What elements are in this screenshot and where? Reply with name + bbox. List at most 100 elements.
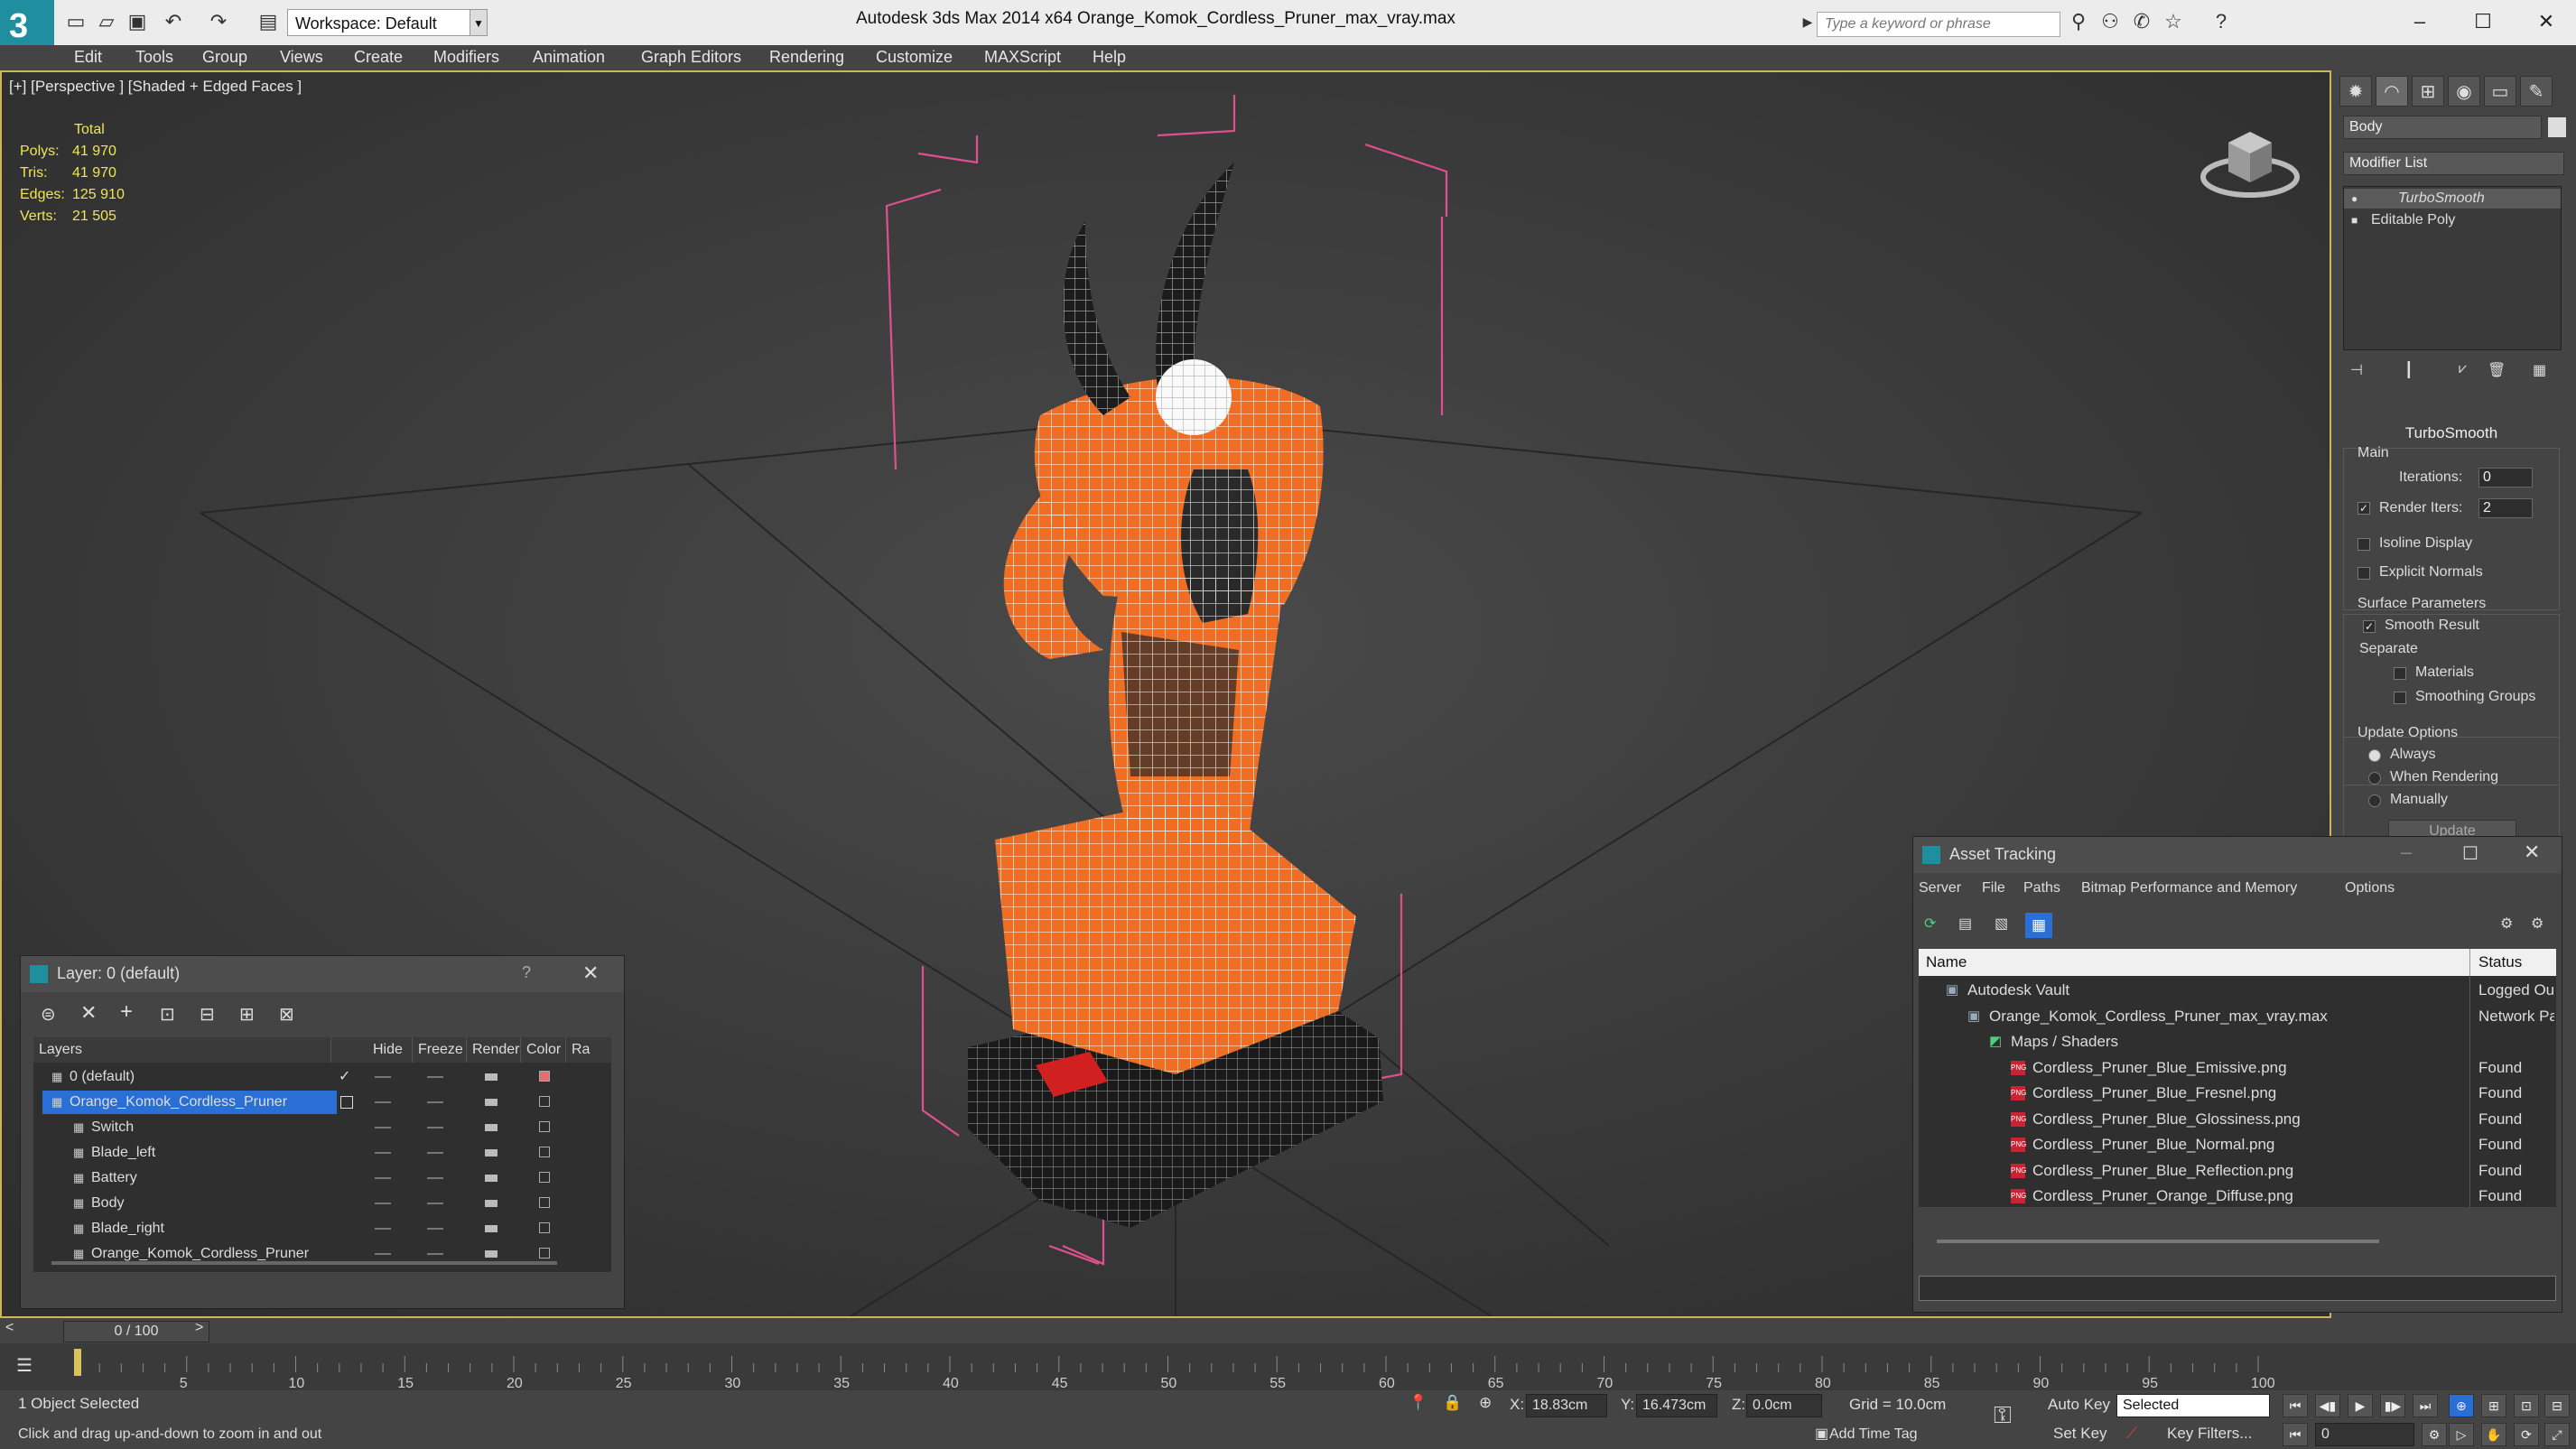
freeze-toggle[interactable]: [427, 1203, 443, 1204]
maximize-icon[interactable]: ☐: [2465, 5, 2501, 38]
search-input[interactable]: Type a keyword or phrase: [1817, 12, 2060, 37]
hide-toggle[interactable]: [375, 1177, 391, 1179]
layer-row[interactable]: ▦ Body: [33, 1191, 611, 1216]
make-unique-icon[interactable]: ⩗: [2459, 361, 2467, 377]
render-toggle-icon[interactable]: [485, 1124, 498, 1131]
asset-col-name[interactable]: Name: [1926, 953, 1967, 971]
slider-left-arrow-icon[interactable]: <: [5, 1320, 14, 1336]
mini-curve-editor-icon[interactable]: ☰: [16, 1354, 33, 1377]
modify-tab-icon[interactable]: ◠: [2376, 76, 2408, 107]
hide-all-layers-icon[interactable]: ⊞: [239, 1003, 255, 1026]
col-freeze[interactable]: Freeze: [413, 1037, 467, 1063]
render-toggle-icon[interactable]: [485, 1250, 498, 1258]
display-tab-icon[interactable]: ▭: [2484, 76, 2516, 107]
render-toggle-icon[interactable]: [485, 1149, 498, 1156]
render-toggle-icon[interactable]: [485, 1073, 498, 1081]
render-iters-checkbox[interactable]: ✓: [2357, 502, 2370, 515]
render-iters-spinner[interactable]: 2: [2478, 498, 2533, 518]
hide-toggle[interactable]: [375, 1101, 391, 1103]
menu-create[interactable]: Create: [354, 48, 403, 67]
layer-color-swatch[interactable]: [539, 1222, 550, 1233]
subscription-icon[interactable]: ⚇: [2099, 11, 2121, 33]
layer-row[interactable]: ▦ Blade_left: [33, 1140, 611, 1166]
utilities-tab-icon[interactable]: ✎: [2520, 76, 2553, 107]
freeze-toggle[interactable]: [427, 1101, 443, 1103]
y-coordinate-field[interactable]: 16.473cm: [1636, 1394, 1717, 1417]
hide-toggle[interactable]: [375, 1203, 391, 1204]
pin-icon[interactable]: 📍: [1409, 1394, 1427, 1412]
smoothing-groups-checkbox[interactable]: [2394, 692, 2406, 704]
asset-row[interactable]: PNG Cordless_Pruner_Blue_Emissive.png Foun…: [1919, 1055, 2556, 1081]
help-icon[interactable]: ?: [2210, 11, 2232, 33]
add-time-tag[interactable]: Add Time Tag: [1829, 1426, 1918, 1443]
menu-graph-editors[interactable]: Graph Editors: [641, 48, 741, 67]
layer-color-swatch[interactable]: [539, 1172, 550, 1183]
delete-layer-icon[interactable]: ✕: [80, 1001, 97, 1025]
create-tab-icon[interactable]: ✹: [2339, 76, 2372, 107]
configure-modifier-sets-icon[interactable]: ▦: [2533, 361, 2546, 379]
hide-toggle[interactable]: [375, 1253, 391, 1255]
asset-row[interactable]: PNG Cordless_Pruner_Blue_Reflection.png Fo…: [1919, 1158, 2556, 1184]
menu-tools[interactable]: Tools: [135, 48, 173, 67]
time-slider-track[interactable]: [0, 1318, 2576, 1343]
set-key-mode-icon[interactable]: ⟋: [2126, 1425, 2137, 1443]
show-end-result-icon[interactable]: ┃: [2404, 361, 2413, 379]
time-tag-icon[interactable]: ▣: [1815, 1425, 1828, 1443]
layer-close-icon[interactable]: ✕: [582, 961, 599, 985]
iterations-spinner[interactable]: 0: [2478, 468, 2533, 488]
layer-row[interactable]: ▦ Orange_Komok_Cordless_Pruner: [33, 1090, 611, 1115]
project-folder-icon[interactable]: ▤: [257, 11, 279, 33]
x-coordinate-field[interactable]: 18.83cm: [1526, 1394, 1607, 1417]
asset-close-icon[interactable]: ✕: [2524, 841, 2540, 864]
hide-toggle[interactable]: [375, 1152, 391, 1154]
layer-color-swatch[interactable]: [539, 1096, 550, 1107]
add-to-layer-icon[interactable]: +: [120, 999, 133, 1025]
undo-icon[interactable]: ↶: [163, 11, 184, 33]
hierarchy-tab-icon[interactable]: ⊞: [2412, 76, 2444, 107]
remove-modifier-icon[interactable]: 🗑: [2488, 361, 2506, 379]
render-toggle-icon[interactable]: [485, 1099, 498, 1106]
pan-view-icon[interactable]: ✋: [2481, 1423, 2506, 1446]
layer-color-swatch[interactable]: [539, 1147, 550, 1157]
save-icon[interactable]: ▣: [126, 11, 148, 33]
always-radio[interactable]: [2368, 749, 2381, 762]
table-view-icon[interactable]: ▦: [2025, 913, 2052, 938]
col-layers[interactable]: Layers: [33, 1037, 331, 1063]
isoline-display-checkbox[interactable]: [2357, 538, 2370, 551]
object-color-swatch[interactable]: [2548, 117, 2566, 137]
zoom-extents-icon[interactable]: ⊡: [2514, 1394, 2539, 1417]
current-frame-field[interactable]: 0: [2315, 1423, 2414, 1446]
hide-toggle[interactable]: [375, 1228, 391, 1230]
stack-item-turbosmooth[interactable]: ● TurboSmooth: [2344, 189, 2561, 209]
layer-color-swatch[interactable]: [539, 1121, 550, 1132]
hide-toggle[interactable]: [375, 1076, 391, 1078]
time-configuration-icon[interactable]: ⚙: [2422, 1423, 2447, 1446]
object-name-field[interactable]: Body: [2343, 116, 2542, 139]
key-icon[interactable]: ⚿: [1994, 1401, 2012, 1430]
col-color[interactable]: Color: [521, 1037, 566, 1063]
favorites-star-icon[interactable]: ☆: [2162, 11, 2184, 33]
hide-toggle[interactable]: [375, 1127, 391, 1129]
layer-color-swatch[interactable]: [539, 1248, 550, 1259]
asset-row[interactable]: PNG Cordless_Pruner_Orange_Diffuse.png Fou…: [1919, 1184, 2556, 1209]
menu-help[interactable]: Help: [1093, 48, 1126, 67]
menu-group[interactable]: Group: [202, 48, 247, 67]
maximize-viewport-icon[interactable]: ⤢: [2544, 1423, 2570, 1446]
key-mode-toggle-icon[interactable]: ⏮: [2283, 1423, 2308, 1446]
render-toggle-icon[interactable]: [485, 1225, 498, 1232]
layer-row[interactable]: ▦ Switch: [33, 1115, 611, 1140]
manually-radio[interactable]: [2368, 794, 2381, 807]
freeze-toggle[interactable]: [427, 1177, 443, 1179]
menu-animation[interactable]: Animation: [533, 48, 605, 67]
list-view-icon[interactable]: ▤: [1958, 915, 1972, 933]
materials-checkbox[interactable]: [2394, 667, 2406, 680]
layer-color-swatch[interactable]: [539, 1197, 550, 1208]
asset-hscrollbar[interactable]: [1937, 1240, 2379, 1243]
asset-row[interactable]: PNG Cordless_Pruner_Blue_Normal.png Found: [1919, 1132, 2556, 1157]
asset-tracking-titlebar[interactable]: Asset Tracking – ☐ ✕: [1913, 837, 2562, 873]
set-current-layer-box[interactable]: [340, 1096, 353, 1109]
tree-view-icon[interactable]: ▧: [1995, 915, 2008, 933]
freeze-toggle[interactable]: [427, 1228, 443, 1230]
smooth-result-checkbox[interactable]: ✓: [2363, 620, 2376, 633]
field-of-view-icon[interactable]: ▷: [2449, 1423, 2474, 1446]
